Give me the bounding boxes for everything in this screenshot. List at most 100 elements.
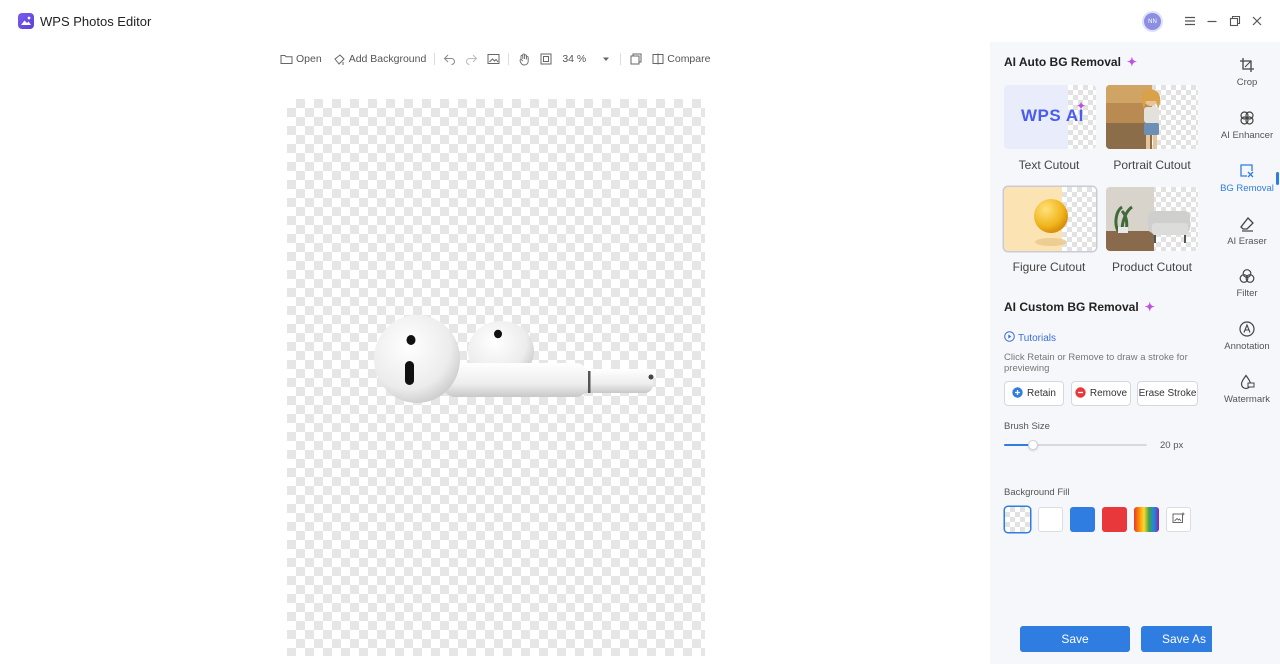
plus-circle-icon	[1012, 386, 1023, 401]
custom-bg-removal-title: AI Custom BG Removal ✦	[1004, 300, 1155, 314]
copy-button[interactable]	[629, 53, 642, 66]
watermark-icon	[1238, 373, 1256, 391]
open-label: Open	[296, 53, 322, 65]
add-background-label: Add Background	[348, 53, 427, 65]
crop-icon	[1238, 56, 1256, 74]
zoom-value: 34 %	[562, 53, 587, 65]
zoom-select[interactable]: 34 %	[562, 53, 612, 66]
compare-label: Compare	[667, 53, 711, 65]
tutorials-label: Tutorials	[1018, 332, 1056, 344]
open-button[interactable]: Open	[280, 53, 322, 66]
minus-circle-icon	[1075, 386, 1086, 401]
image-icon	[487, 53, 500, 66]
sparkle-icon: ✦	[1076, 99, 1087, 113]
redo-button[interactable]	[465, 53, 478, 66]
fill-custom-image-button[interactable]	[1166, 507, 1191, 532]
retain-label: Retain	[1027, 388, 1056, 399]
rail-item-ai-eraser[interactable]: AI Eraser	[1214, 215, 1280, 247]
custom-bg-removal-label: AI Custom BG Removal	[1004, 300, 1139, 314]
tutorials-link[interactable]: Tutorials	[1004, 331, 1056, 345]
hand-icon	[517, 52, 530, 66]
rail-item-annotation[interactable]: Annotation	[1214, 320, 1280, 352]
fill-blue-swatch[interactable]	[1070, 507, 1095, 532]
app-logo-icon	[18, 13, 34, 29]
sparkle-icon: ✦	[1144, 300, 1155, 314]
title-bar: WPS Photos Editor NN	[0, 0, 1280, 42]
editor-toolbar: Open Add Background 34 % Compare	[280, 50, 710, 68]
fit-screen-icon	[539, 53, 552, 66]
folder-icon	[280, 53, 293, 66]
rail-item-crop[interactable]: Crop	[1214, 56, 1280, 88]
remove-label: Remove	[1089, 388, 1128, 399]
undo-icon	[443, 53, 456, 66]
image-button[interactable]	[487, 53, 500, 66]
menu-icon[interactable]	[1181, 12, 1199, 30]
brush-size-thumb[interactable]	[1027, 440, 1038, 450]
erase-stroke-button[interactable]: Erase Stroke	[1137, 381, 1198, 406]
compare-icon	[651, 53, 664, 66]
user-avatar[interactable]: NN	[1144, 13, 1161, 30]
filter-icon	[1238, 267, 1256, 285]
compare-button[interactable]: Compare	[651, 53, 710, 66]
close-icon[interactable]	[1248, 12, 1266, 30]
rail-label-crop: Crop	[1236, 77, 1258, 88]
earbud-cutout-image	[374, 315, 654, 403]
undo-button[interactable]	[443, 53, 456, 66]
rail-item-bg-removal[interactable]: BG Removal	[1214, 162, 1280, 194]
erase-stroke-label: Erase Stroke	[1138, 388, 1197, 399]
brush-size-slider[interactable]	[1004, 440, 1147, 450]
toolbar-divider	[620, 53, 622, 65]
rail-item-filter[interactable]: Filter	[1214, 267, 1280, 299]
text-cutout-card[interactable]: WPS AI ✦	[1004, 85, 1096, 149]
save-button[interactable]: Save	[1020, 626, 1130, 652]
brush-size-label: Brush Size	[1004, 421, 1050, 432]
rail-label-ai-enhancer: AI Enhancer	[1220, 130, 1274, 141]
fit-screen-button[interactable]	[539, 53, 552, 66]
remove-button[interactable]: Remove	[1071, 381, 1131, 406]
annotation-icon	[1238, 320, 1256, 338]
figure-cutout-label: Figure Cutout	[1012, 260, 1086, 274]
retain-button[interactable]: Retain	[1004, 381, 1064, 406]
background-fill-label: Background Fill	[1004, 487, 1070, 498]
rail-label-annotation: Annotation	[1224, 341, 1270, 352]
fill-transparent-swatch[interactable]	[1005, 507, 1030, 532]
copy-icon	[629, 53, 642, 66]
rail-label-bg-removal: BG Removal	[1220, 183, 1274, 194]
stroke-hint-text: Click Retain or Remove to draw a stroke …	[1004, 352, 1188, 374]
redo-icon	[465, 53, 478, 66]
rail-label-ai-eraser: AI Eraser	[1227, 236, 1267, 247]
rail-item-ai-enhancer[interactable]: AI Enhancer	[1214, 109, 1280, 141]
add-background-icon	[333, 53, 346, 66]
auto-bg-removal-label: AI Auto BG Removal	[1004, 55, 1121, 69]
product-thumbnail	[1106, 187, 1190, 251]
fill-white-swatch[interactable]	[1038, 507, 1063, 532]
portrait-thumbnail	[1106, 85, 1161, 149]
auto-bg-removal-title: AI Auto BG Removal ✦	[1004, 55, 1137, 69]
play-circle-icon	[1004, 331, 1015, 345]
fill-gradient-swatch[interactable]	[1134, 507, 1159, 532]
text-cutout-label: Text Cutout	[1018, 158, 1080, 172]
sparkle-icon: ✦	[1126, 55, 1137, 69]
restore-icon[interactable]	[1226, 12, 1244, 30]
portrait-cutout-label: Portrait Cutout	[1113, 158, 1191, 172]
eraser-icon	[1238, 215, 1256, 233]
minimize-icon[interactable]	[1203, 12, 1221, 30]
toolbar-divider	[508, 53, 510, 65]
ai-enhancer-icon	[1238, 109, 1256, 127]
toolbar-divider	[434, 53, 436, 65]
portrait-cutout-card[interactable]	[1106, 85, 1198, 149]
app-title: WPS Photos Editor	[40, 14, 152, 29]
app-window: WPS Photos Editor NN Open Add Background	[0, 0, 1280, 664]
rail-label-watermark: Watermark	[1223, 394, 1271, 405]
bg-removal-icon	[1238, 162, 1256, 180]
product-cutout-card[interactable]	[1106, 187, 1198, 251]
fill-red-swatch[interactable]	[1102, 507, 1127, 532]
rail-item-watermark[interactable]: Watermark	[1214, 373, 1280, 405]
add-background-button[interactable]: Add Background	[333, 53, 427, 66]
image-canvas[interactable]	[287, 99, 705, 656]
add-image-icon	[1172, 511, 1185, 529]
caret-down-icon	[599, 53, 612, 66]
pan-hand-button[interactable]	[517, 52, 530, 66]
brush-size-value: 20 px	[1160, 440, 1184, 451]
figure-cutout-card[interactable]	[1004, 187, 1096, 251]
